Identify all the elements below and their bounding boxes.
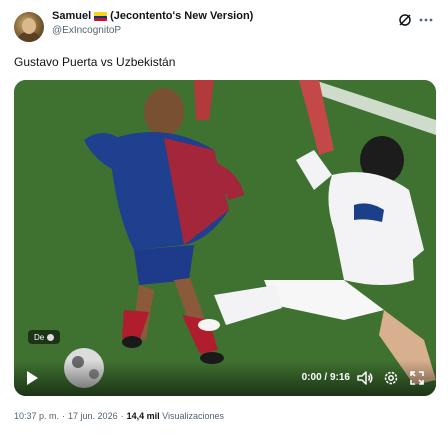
grok-icon[interactable] [398, 13, 412, 27]
tweet-header: Samuel (Jecontento's New Version) @ExInc… [14, 10, 434, 44]
tweet-date[interactable]: 17 jun. 2026 [68, 411, 118, 421]
video-source-label: De [34, 332, 45, 342]
separator: · [120, 411, 124, 421]
author-handle[interactable]: @ExIncognitoP [52, 25, 253, 36]
video-frame [14, 80, 436, 396]
tweet-time[interactable]: 10:37 p. m. [14, 411, 59, 421]
display-name[interactable]: Samuel [52, 10, 91, 22]
play-icon[interactable] [24, 369, 40, 387]
settings-icon[interactable] [382, 369, 400, 387]
video-source-badge[interactable]: De [28, 330, 61, 344]
video-player[interactable]: De 0:00 / 9:16 [14, 80, 436, 396]
source-avatar-icon [47, 333, 55, 341]
more-options-icon[interactable] [418, 12, 434, 28]
fullscreen-icon[interactable] [408, 369, 426, 387]
colombia-flag-icon [94, 11, 108, 21]
views-count: 14,4 mil [126, 411, 160, 421]
display-name-row[interactable]: Samuel (Jecontento's New Version) [52, 10, 253, 22]
separator: · [62, 411, 66, 421]
video-time: 0:00 / 9:16 [301, 372, 350, 383]
author-names: Samuel (Jecontento's New Version) @ExInc… [52, 10, 253, 36]
volume-icon[interactable] [356, 369, 374, 387]
video-controls: 0:00 / 9:16 [14, 360, 436, 396]
tweet-meta: 10:37 p. m. · 17 jun. 2026 · 14,4 mil Visual… [14, 411, 224, 421]
views-label: Visualizaciones [162, 411, 224, 421]
tweet-text: Gustavo Puerta vs Uzbekistán [14, 55, 176, 69]
display-name-suffix[interactable]: (Jecontento's New Version) [110, 10, 253, 22]
avatar-face [22, 18, 36, 34]
avatar[interactable] [14, 12, 44, 42]
